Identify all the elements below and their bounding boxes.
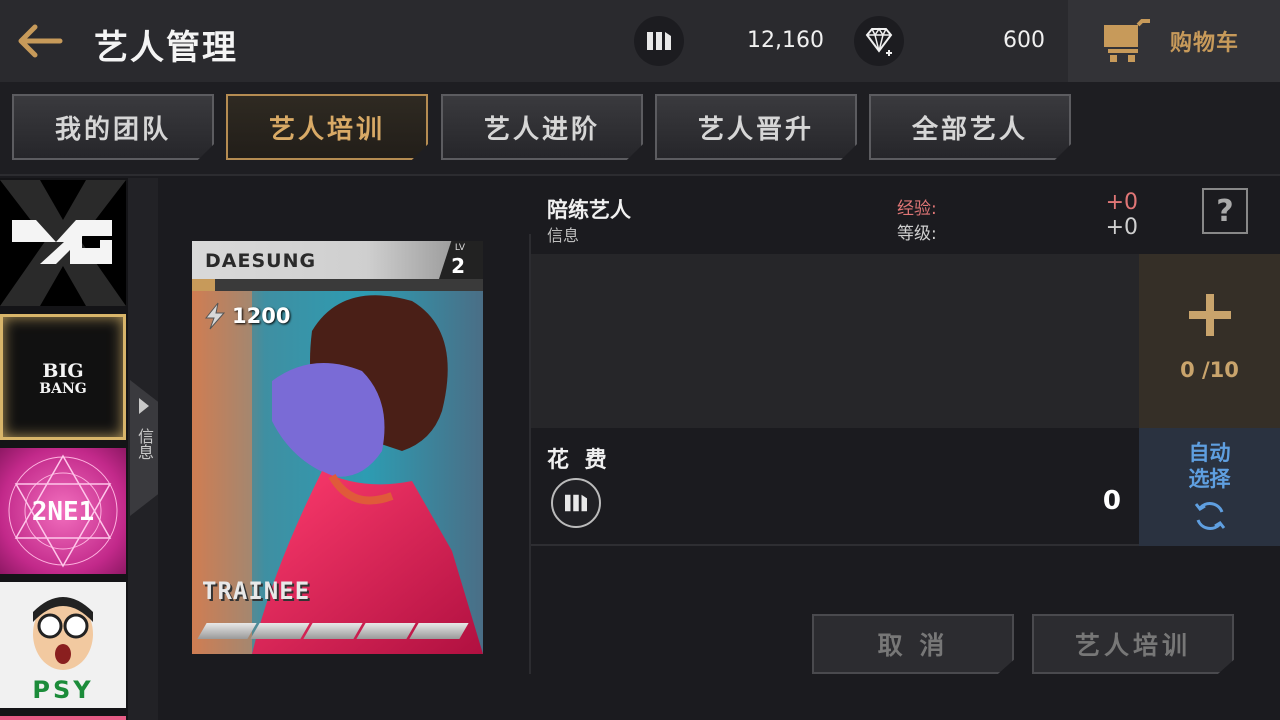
psy-logo: PSY	[32, 597, 93, 704]
exp-bar	[192, 279, 483, 291]
cancel-button[interactable]: 取 消	[812, 614, 1014, 674]
sparring-slot-area[interactable]	[531, 254, 1139, 428]
cart-label: 购物车	[1170, 31, 1240, 56]
card-power: 1200	[200, 301, 290, 331]
level-gain-value: +0	[1105, 215, 1138, 240]
star-slot	[303, 623, 363, 639]
back-button[interactable]	[14, 18, 66, 64]
top-bar: 艺人管理 12,160 600 购物车	[0, 0, 1280, 82]
page-title: 艺人管理	[94, 28, 238, 68]
group-yg[interactable]	[0, 180, 126, 306]
yg-logo	[0, 180, 126, 306]
diamond-balance: 600	[1003, 28, 1045, 53]
artist-card[interactable]: DAESUNG LV 2 1200 TRAINEE	[192, 241, 483, 654]
info-toggle-label: 信息	[135, 428, 154, 460]
sparring-info: 陪练艺人 信息 经验: 等级: +0 +0 ?	[531, 180, 1280, 254]
star-slot	[356, 623, 416, 639]
diamond-icon[interactable]	[854, 16, 904, 66]
tab-label: 我的团队	[54, 114, 171, 145]
sparring-subtitle: 信息	[547, 226, 580, 245]
slot-count: 0 /10	[1180, 358, 1239, 382]
train-artist-button[interactable]: 艺人培训	[1032, 614, 1234, 674]
shopping-cart-button[interactable]: 购物车	[1068, 0, 1280, 82]
level-value: 2	[451, 254, 465, 278]
auto-select-label: 自动选择	[1188, 441, 1231, 491]
plus-icon	[1189, 294, 1231, 336]
svg-text:PSY: PSY	[32, 676, 93, 704]
svg-text:BIG: BIG	[42, 360, 83, 382]
tab-my-team[interactable]: 我的团队	[12, 94, 214, 160]
tab-bar: 我的团队 艺人培训 艺人进阶 艺人晋升 全部艺人	[0, 82, 1280, 176]
tab-all-artists[interactable]: 全部艺人	[869, 94, 1071, 160]
tab-label: 艺人培训	[268, 114, 385, 145]
group-sidebar: BIG BANG 2NE1 PSY	[0, 178, 128, 720]
expand-arrow-icon	[139, 398, 149, 414]
coin-balance: 12,160	[747, 28, 824, 53]
tab-label: 艺人进阶	[483, 114, 600, 145]
artist-management-screen: 艺人管理 12,160 600 购物车 我的团队 艺人培训 艺人进阶 艺人晋升 …	[0, 0, 1280, 720]
bigbang-logo: BIG BANG	[39, 360, 86, 397]
cost-row: 花 费 0	[531, 428, 1139, 546]
info-toggle[interactable]: 信息	[130, 380, 158, 516]
level-gain-label: 等级:	[897, 224, 937, 244]
exp-label: 经验:	[897, 199, 937, 219]
back-arrow-icon	[18, 24, 63, 58]
artist-name: DAESUNG	[205, 250, 317, 272]
cart-icon	[1104, 19, 1150, 62]
coin-icon	[634, 16, 684, 66]
auto-select-button[interactable]: 自动选择	[1139, 428, 1280, 546]
group-2ne1[interactable]: 2NE1	[0, 448, 126, 574]
star-slot	[250, 623, 310, 639]
star-rating	[197, 623, 469, 639]
svg-text:BANG: BANG	[39, 381, 86, 397]
rank-badge: TRAINEE	[202, 577, 311, 605]
tab-artist-training[interactable]: 艺人培训	[226, 94, 428, 160]
sparring-title: 陪练艺人	[547, 198, 631, 222]
star-slot	[409, 623, 469, 639]
tab-artist-promotion[interactable]: 艺人晋升	[655, 94, 857, 160]
add-sparring-button[interactable]: 0 /10	[1139, 254, 1280, 428]
cost-value: 0	[1102, 486, 1121, 516]
tab-label: 全部艺人	[911, 114, 1028, 145]
tab-label: 艺人晋升	[697, 114, 814, 145]
tab-artist-advance[interactable]: 艺人进阶	[441, 94, 643, 160]
refresh-icon	[1194, 502, 1225, 530]
cost-label: 花 费	[547, 448, 611, 473]
help-button[interactable]: ?	[1202, 188, 1248, 234]
group-next[interactable]	[0, 716, 126, 720]
exp-gain-value: +0	[1105, 190, 1138, 215]
group-bigbang[interactable]: BIG BANG	[0, 314, 126, 440]
svg-text:2NE1: 2NE1	[32, 497, 95, 527]
lightning-icon	[204, 302, 226, 330]
exp-bar-fill	[192, 279, 216, 291]
power-value: 1200	[232, 304, 291, 328]
star-slot	[197, 623, 257, 639]
level-label: LV	[454, 243, 465, 253]
coin-icon	[551, 478, 601, 528]
2ne1-logo: 2NE1	[8, 454, 118, 568]
group-psy[interactable]: PSY	[0, 582, 126, 708]
